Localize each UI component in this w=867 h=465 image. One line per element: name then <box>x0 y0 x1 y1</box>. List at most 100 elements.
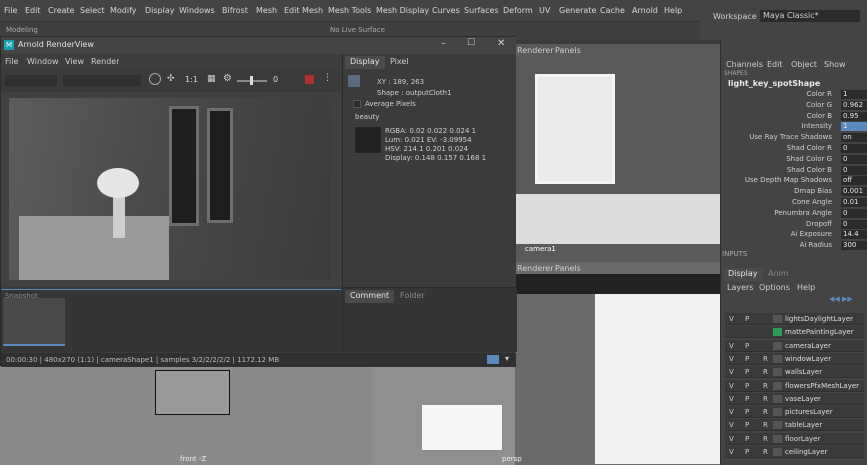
layer-reference-toggle[interactable]: R <box>763 382 768 390</box>
live-surface-field[interactable]: No Live Surface <box>330 26 385 34</box>
layer-visibility-toggle[interactable]: V <box>729 368 734 376</box>
attr-value-field[interactable]: 1 <box>841 90 867 99</box>
attr-value-field[interactable]: 0.01 <box>841 198 867 207</box>
viewport-camera1[interactable]: Renderer Panels camera1 <box>515 44 720 264</box>
menu-file[interactable]: File <box>4 6 17 15</box>
layer-color-swatch[interactable] <box>773 421 782 430</box>
attr-value-field[interactable]: 0 <box>841 165 867 175</box>
attr-value-field[interactable]: on <box>841 133 867 143</box>
gear-icon[interactable]: ⚙ <box>223 73 232 84</box>
rv-menu-window[interactable]: Window <box>27 57 59 66</box>
render-region-icon[interactable] <box>149 73 161 85</box>
aov-dropdown[interactable] <box>5 75 57 86</box>
viewport-persp[interactable]: persp <box>372 355 522 465</box>
layer-playback-toggle[interactable]: P <box>745 315 749 323</box>
layer-reference-toggle[interactable]: R <box>763 368 768 376</box>
more-icon[interactable]: ⋮ <box>323 73 332 83</box>
layer-color-swatch[interactable] <box>773 368 782 377</box>
layer-playback-toggle[interactable]: P <box>745 421 749 429</box>
layer-row[interactable]: V P RwindowLayer <box>725 352 864 365</box>
layer-visibility-toggle[interactable]: V <box>729 315 734 323</box>
menu-mesh-display[interactable]: Mesh Display <box>376 6 429 15</box>
menu-select[interactable]: Select <box>80 6 105 15</box>
menu-deform[interactable]: Deform <box>503 6 533 15</box>
workspace-dropdown[interactable]: Maya Classic* <box>760 10 860 22</box>
menu-surfaces[interactable]: Surfaces <box>464 6 499 15</box>
layer-visibility-toggle[interactable]: V <box>729 395 734 403</box>
menu-windows[interactable]: Windows <box>179 6 215 15</box>
menu-modify[interactable]: Modify <box>110 6 137 15</box>
layer-row[interactable]: V PcameraLayer <box>725 339 864 352</box>
tab-comment[interactable]: Comment <box>345 290 395 303</box>
layer-visibility-toggle[interactable]: V <box>729 342 734 350</box>
snapshot-camera-icon[interactable] <box>487 355 499 364</box>
viewport-menu-panels-2[interactable]: Panels <box>555 264 581 273</box>
tab-display[interactable]: Display <box>345 56 385 69</box>
layer-visibility-toggle[interactable]: V <box>729 448 734 456</box>
layer-row[interactable]: V P RpicturesLayer <box>725 406 864 419</box>
attr-value-field[interactable]: 1 <box>841 122 867 132</box>
menu-edit[interactable]: Edit <box>25 6 41 15</box>
menu-create[interactable]: Create <box>48 6 75 15</box>
layer-color-swatch[interactable] <box>773 408 782 417</box>
layer-playback-toggle[interactable]: P <box>745 435 749 443</box>
layer-row[interactable]: V P RwallsLayer <box>725 366 864 379</box>
camera-dropdown[interactable] <box>63 75 141 86</box>
layer-color-swatch[interactable] <box>773 434 782 443</box>
stop-render-icon[interactable] <box>305 75 314 84</box>
snapshot-thumbnail[interactable] <box>3 298 65 346</box>
layer-row[interactable]: mattePaintingLayer <box>725 326 864 339</box>
viewport-persp-room[interactable]: Renderer Panels <box>515 262 720 465</box>
layer-move-icons[interactable]: ◀◀ ▶▶ <box>829 295 853 303</box>
isolate-icon[interactable]: ✣ <box>167 74 175 84</box>
cb-menu-edit[interactable]: Edit <box>767 60 783 69</box>
layer-row[interactable]: V P RvaseLayer <box>725 392 864 405</box>
layer-color-swatch[interactable] <box>773 315 782 323</box>
menu-mesh[interactable]: Mesh <box>256 6 277 15</box>
cb-menu-show[interactable]: Show <box>824 60 846 69</box>
layer-playback-toggle[interactable]: P <box>745 395 749 403</box>
tab-pixel[interactable]: Pixel <box>385 56 414 69</box>
layer-visibility-toggle[interactable]: V <box>729 382 734 390</box>
layer-reference-toggle[interactable]: R <box>763 421 768 429</box>
layer-reference-toggle[interactable]: R <box>763 408 768 416</box>
layer-row[interactable]: V P RceilingLayer <box>725 446 864 458</box>
attr-value-field[interactable]: 0.95 <box>841 111 867 121</box>
viewport-front[interactable]: front -Z <box>0 355 372 465</box>
menu-uv[interactable]: UV <box>539 6 550 15</box>
close-icon[interactable]: ✕ <box>497 38 505 49</box>
attr-value-field[interactable]: 0.001 <box>841 187 867 197</box>
render-canvas[interactable] <box>1 92 341 287</box>
viewport-menu-panels[interactable]: Panels <box>555 46 581 55</box>
tab-layer-display[interactable]: Display <box>723 268 763 281</box>
menu-display[interactable]: Display <box>145 6 175 15</box>
attr-value-field[interactable]: 0 <box>841 219 867 229</box>
exposure-slider-handle[interactable] <box>250 76 253 85</box>
layer-playback-toggle[interactable]: P <box>745 408 749 416</box>
layer-color-swatch[interactable] <box>773 341 782 350</box>
exposure-value[interactable]: 0 <box>273 75 278 84</box>
attr-value-field[interactable]: 0 <box>841 154 867 164</box>
layer-reference-toggle[interactable]: R <box>763 448 768 456</box>
average-pixels-checkbox[interactable] <box>353 100 361 108</box>
menu-cache[interactable]: Cache <box>600 6 625 15</box>
layer-reference-toggle[interactable]: R <box>763 395 768 403</box>
layer-visibility-toggle[interactable]: V <box>729 408 734 416</box>
layer-playback-toggle[interactable]: P <box>745 368 749 376</box>
menu-curves[interactable]: Curves <box>432 6 460 15</box>
collapse-icon[interactable]: ▾ <box>505 354 509 363</box>
layer-color-swatch[interactable] <box>773 394 782 403</box>
attr-value-field[interactable]: 0 <box>841 208 867 218</box>
viewport-menu-renderer-2[interactable]: Renderer <box>517 264 554 273</box>
attr-value-field[interactable]: 0 <box>841 144 867 153</box>
mode-selector[interactable]: Modeling <box>6 26 38 34</box>
layer-visibility-toggle[interactable]: V <box>729 435 734 443</box>
menu-bifrost[interactable]: Bifrost <box>222 6 248 15</box>
menu-arnold[interactable]: Arnold <box>632 6 658 15</box>
attr-value-field[interactable]: off <box>841 176 867 186</box>
cb-menu-channels[interactable]: Channels <box>726 60 763 69</box>
maximize-icon[interactable]: ☐ <box>467 38 475 48</box>
layer-menu-layers[interactable]: Layers <box>727 283 753 292</box>
layer-visibility-toggle[interactable]: V <box>729 355 734 363</box>
layer-menu-help[interactable]: Help <box>797 283 815 292</box>
